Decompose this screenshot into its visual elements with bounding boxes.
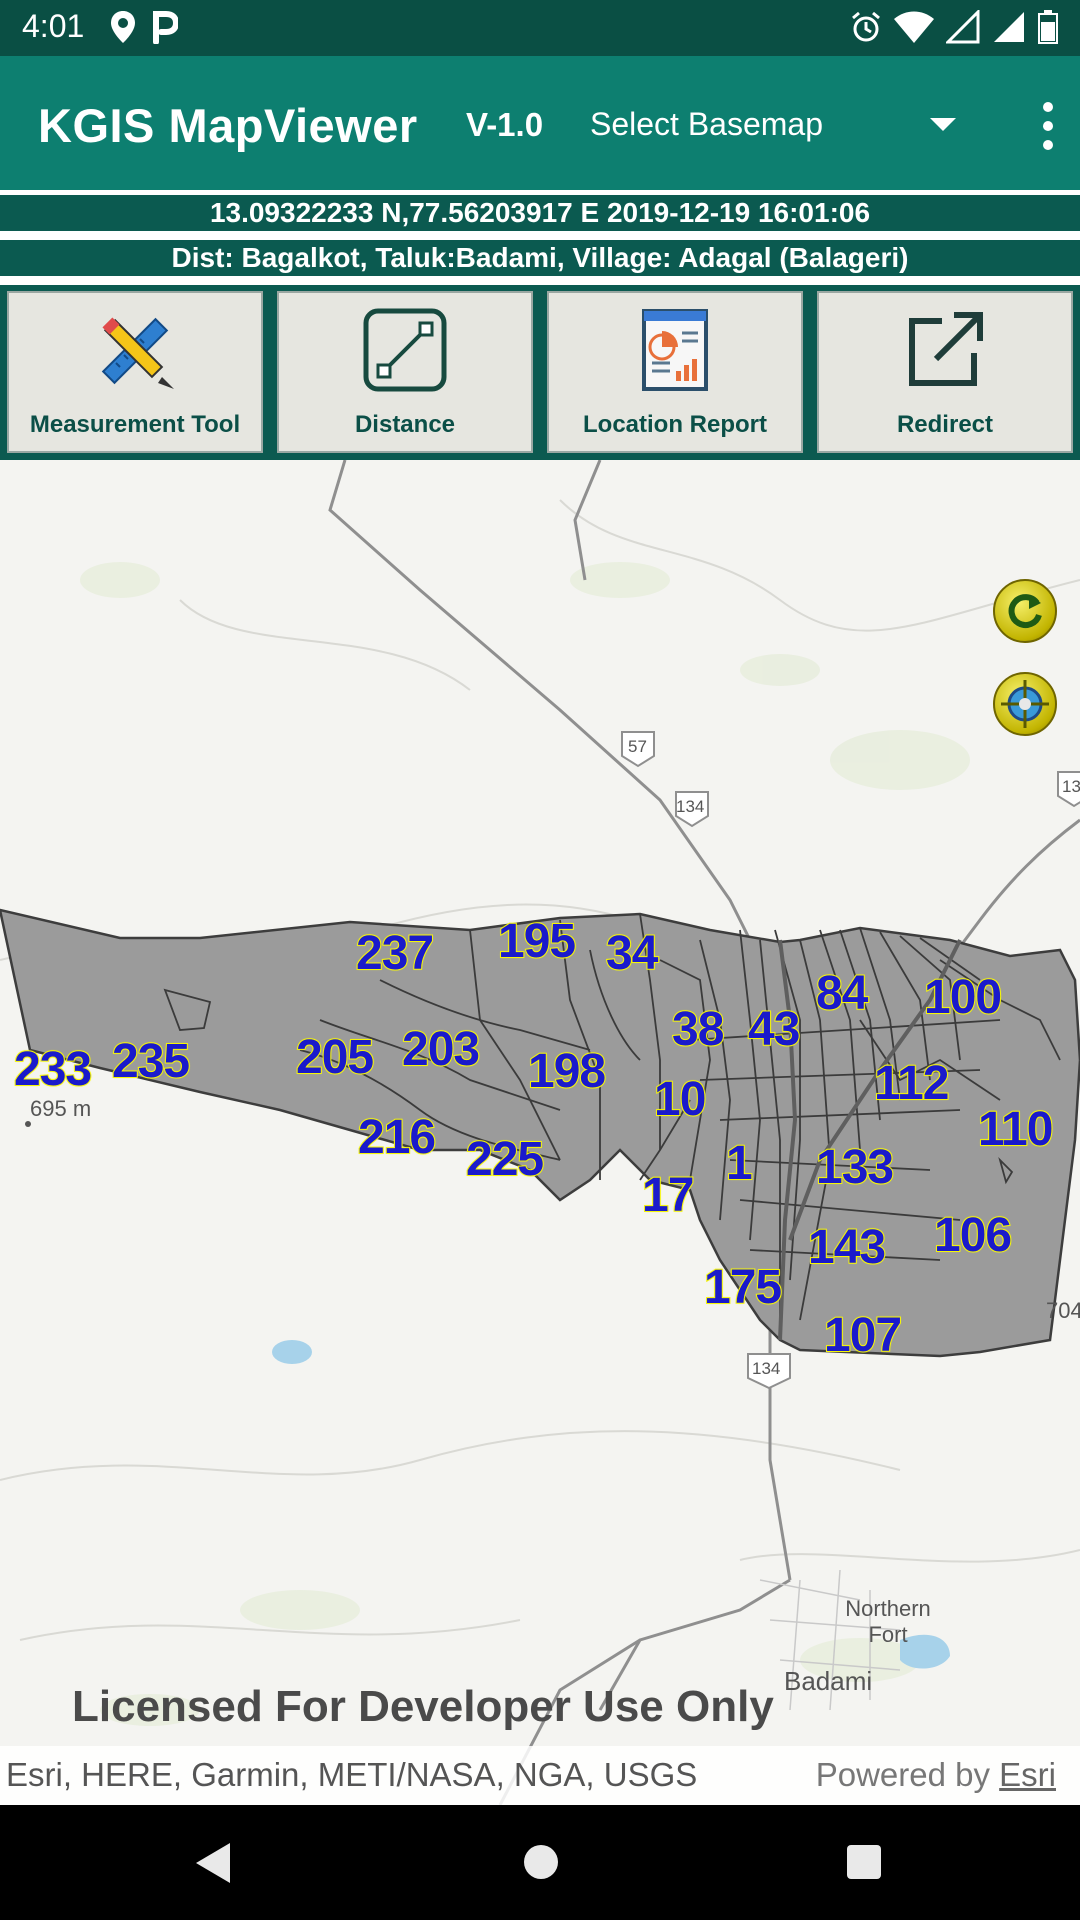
elevation-label: 704: [1046, 1298, 1080, 1323]
route-134-label: 134: [676, 797, 705, 816]
location-pin-icon: [111, 11, 135, 43]
status-right-icons: [850, 10, 1058, 44]
map-attribution-bar: Esri, HERE, Garmin, METI/NASA, NGA, USGS…: [0, 1746, 1080, 1805]
parcel-label[interactable]: 216: [357, 1110, 437, 1165]
route-134-label: 134: [752, 1359, 781, 1378]
parcel-label[interactable]: 34: [605, 926, 659, 981]
parcel-label[interactable]: 195: [497, 914, 577, 969]
chevron-down-icon: [930, 118, 956, 131]
parcel-label[interactable]: 100: [923, 970, 1003, 1025]
tool-bar: Measurement Tool Distance Location Repor…: [0, 285, 1080, 460]
parking-app-icon: [153, 11, 178, 44]
status-bar: 4:01: [0, 0, 1080, 56]
parcel-label[interactable]: 43: [747, 1002, 801, 1057]
northern-fort-label: Northern Fort: [845, 1596, 931, 1647]
app-version: V-1.0: [466, 106, 544, 143]
route-57-label: 57: [628, 737, 647, 756]
redirect-button[interactable]: Redirect: [817, 291, 1073, 453]
back-icon[interactable]: [196, 1843, 230, 1883]
recents-icon[interactable]: [847, 1845, 881, 1879]
status-time: 4:01: [22, 8, 85, 44]
gps-locate-icon: [1001, 680, 1049, 728]
distance-button[interactable]: Distance: [277, 291, 533, 453]
location-report-button[interactable]: Location Report: [547, 291, 803, 453]
parcel-label[interactable]: 84: [815, 966, 869, 1021]
parcel-label[interactable]: 106: [933, 1208, 1013, 1263]
overflow-menu-button[interactable]: [1038, 100, 1058, 152]
distance-label: Distance: [354, 411, 456, 438]
distance-line-icon: [363, 308, 447, 392]
parcel-label[interactable]: 107: [823, 1308, 903, 1363]
esri-link[interactable]: Esri: [999, 1756, 1056, 1793]
parcel-label[interactable]: 112: [873, 1056, 950, 1111]
location-report-label: Location Report: [583, 411, 767, 438]
report-chart-icon: [642, 309, 708, 391]
elevation-label: 695 m: [30, 1096, 92, 1121]
map-view[interactable]: 237 195 34 233 235 205 203 198 216 225 3…: [0, 460, 1080, 1805]
refresh-map-button[interactable]: [993, 579, 1057, 643]
parcel-label[interactable]: 38: [671, 1002, 725, 1057]
attribution-text: Esri, HERE, Garmin, METI/NASA, NGA, USGS: [6, 1756, 698, 1793]
parcel-label[interactable]: 233: [13, 1042, 93, 1097]
wifi-icon: [894, 11, 934, 43]
parcel-label[interactable]: 10: [653, 1072, 707, 1127]
alarm-icon: [852, 11, 880, 42]
battery-icon: [1038, 10, 1058, 44]
route-label: 13: [1062, 777, 1080, 796]
measurement-tool-label: Measurement Tool: [29, 411, 241, 438]
signal-full-icon: [994, 12, 1024, 42]
locate-me-button[interactable]: [993, 672, 1057, 736]
home-icon[interactable]: [524, 1845, 558, 1879]
system-nav-bar: [0, 1805, 1080, 1920]
status-left-icons: [110, 10, 178, 44]
badami-label: Badami: [784, 1666, 873, 1696]
parcel-label[interactable]: 17: [641, 1168, 695, 1223]
powered-by: Powered by Esri: [816, 1756, 1056, 1794]
parcel-label[interactable]: 133: [815, 1140, 895, 1195]
parcel-label[interactable]: 1: [725, 1136, 754, 1191]
more-vertical-icon: [1043, 102, 1053, 112]
coordinates-readout: 13.09322233 N,77.56203917 E 2019-12-19 1…: [0, 195, 1080, 231]
parcel-label[interactable]: 203: [401, 1022, 481, 1077]
redirect-label: Redirect: [896, 411, 994, 438]
parcel-label[interactable]: 235: [111, 1034, 191, 1089]
measurement-tool-button[interactable]: Measurement Tool: [7, 291, 263, 453]
pencil-ruler-icon: [101, 317, 174, 389]
parcel-label[interactable]: 175: [703, 1260, 783, 1315]
parcel-label[interactable]: 237: [355, 926, 435, 981]
powered-by-text: Powered by: [815, 1756, 990, 1793]
refresh-icon: [1008, 594, 1042, 629]
basemap-dropdown[interactable]: Select Basemap: [586, 102, 956, 152]
parcel-label[interactable]: 205: [295, 1030, 375, 1085]
location-readout: Dist: Bagalkot, Taluk:Badami, Village: A…: [0, 240, 1080, 276]
license-watermark: Licensed For Developer Use Only: [72, 1682, 774, 1731]
parcel-label[interactable]: 143: [807, 1220, 887, 1275]
signal-empty-icon: [946, 10, 980, 44]
app-bar: KGIS MapViewer V-1.0 Select Basemap: [0, 56, 1080, 190]
parcel-label[interactable]: 225: [465, 1132, 545, 1187]
app-title: KGIS MapViewer: [38, 99, 418, 152]
info-panel: 13.09322233 N,77.56203917 E 2019-12-19 1…: [0, 190, 1080, 460]
parcel-label[interactable]: 198: [527, 1044, 607, 1099]
basemap-dropdown-label: Select Basemap: [590, 106, 824, 142]
parcel-label[interactable]: 110: [977, 1102, 1054, 1157]
external-link-icon: [909, 312, 983, 386]
